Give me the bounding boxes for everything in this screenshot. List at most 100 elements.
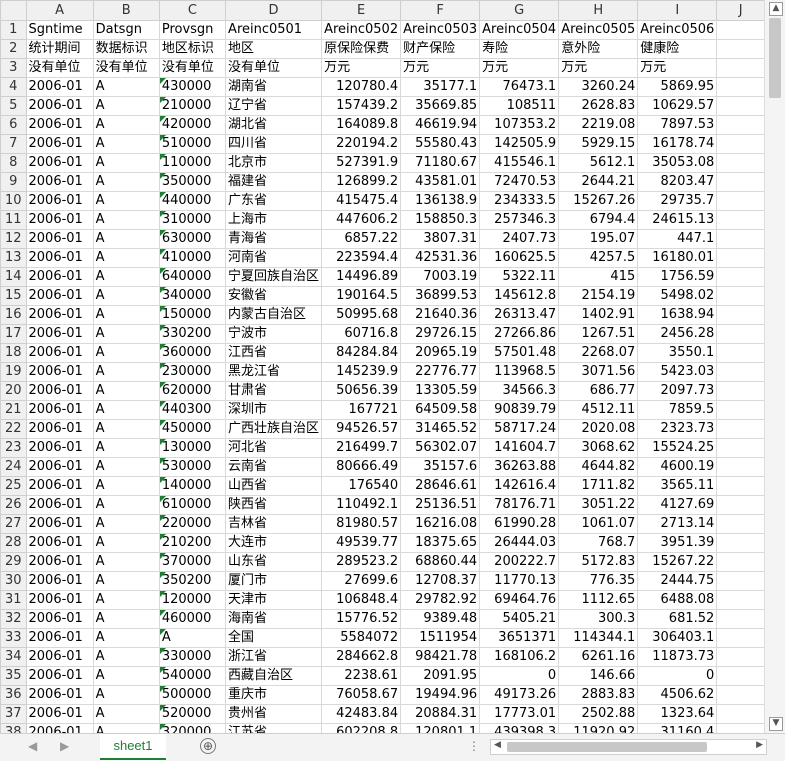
cell[interactable]: 2323.73 [637,419,718,439]
cell[interactable]: A [92,381,160,401]
cell[interactable] [716,267,765,287]
row-header[interactable]: 14 [0,267,27,287]
cell[interactable]: 440000 [158,191,227,211]
cell[interactable]: 450000 [158,419,227,439]
cell[interactable]: 350000 [158,172,227,192]
cell[interactable]: 686.77 [558,381,639,401]
cell[interactable]: 527391.9 [321,153,402,173]
cell[interactable] [716,343,765,363]
row-header[interactable]: 37 [0,704,27,724]
row-header[interactable]: 11 [0,210,27,230]
cell[interactable]: 2219.08 [558,115,639,135]
row-header[interactable]: 9 [0,172,27,192]
row-header[interactable]: 38 [0,723,27,733]
cell[interactable]: 540000 [158,666,227,686]
cell[interactable]: 5584072 [321,628,402,648]
cell[interactable]: 厦门市 [225,571,323,591]
cell[interactable] [716,39,765,59]
cell[interactable]: 吉林省 [225,514,323,534]
cell[interactable]: Areinc0501 [225,20,323,40]
cell[interactable]: 195.07 [558,229,639,249]
cell[interactable]: 71180.67 [400,153,481,173]
row-header[interactable]: 2 [0,39,27,59]
row-header[interactable]: 25 [0,476,27,496]
cell[interactable]: 湖南省 [225,77,323,97]
vertical-scroll-thumb[interactable] [769,18,781,98]
cell[interactable]: A [92,343,160,363]
cell[interactable]: 98421.78 [400,647,481,667]
cell[interactable]: A [92,552,160,572]
cell[interactable]: 2006-01 [25,96,94,116]
cell[interactable]: 50656.39 [321,381,402,401]
cell[interactable]: 2006-01 [25,457,94,477]
last-sheet-icon[interactable]: ▶ [60,739,69,753]
row-header[interactable]: 4 [0,77,27,97]
cell[interactable]: 全国 [225,628,323,648]
cell[interactable]: 17773.01 [479,704,560,724]
horizontal-scroll-thumb[interactable] [507,742,707,752]
cell[interactable]: 141604.7 [479,438,560,458]
cell[interactable]: 5322.11 [479,267,560,287]
cell[interactable]: Areinc0503 [400,20,481,40]
cell[interactable]: 甘肃省 [225,381,323,401]
add-sheet-icon[interactable]: ⊕ [200,738,216,754]
cell[interactable] [716,229,765,249]
cell[interactable]: 湖北省 [225,115,323,135]
cell[interactable] [716,381,765,401]
cell[interactable]: Sgntime [25,20,94,40]
cell[interactable]: 2006-01 [25,115,94,135]
cell[interactable]: 10629.57 [637,96,718,116]
cell[interactable]: 1267.51 [558,324,639,344]
cell[interactable]: 13305.59 [400,381,481,401]
cell[interactable]: 150000 [158,305,227,325]
cell[interactable]: 2006-01 [25,590,94,610]
cell[interactable] [716,609,765,629]
row-header[interactable]: 23 [0,438,27,458]
cell[interactable]: 6794.4 [558,210,639,230]
cell[interactable]: 四川省 [225,134,323,154]
cell[interactable]: 4512.11 [558,400,639,420]
cell[interactable]: A [92,191,160,211]
cell[interactable]: 26444.03 [479,533,560,553]
cell[interactable] [716,324,765,344]
cell[interactable]: 2006-01 [25,666,94,686]
cell[interactable]: 15267.26 [558,191,639,211]
cell[interactable]: 没有单位 [25,58,94,78]
cell[interactable] [716,400,765,420]
cell[interactable]: 310000 [158,210,227,230]
cell[interactable]: 0 [637,666,718,686]
column-header-j[interactable]: J [716,0,765,21]
cell[interactable]: 2006-01 [25,571,94,591]
cell[interactable] [716,704,765,724]
cell[interactable]: 上海市 [225,210,323,230]
cell[interactable]: A [92,324,160,344]
cell[interactable]: 120000 [158,590,227,610]
cell[interactable]: 370000 [158,552,227,572]
cell[interactable]: 16180.01 [637,248,718,268]
cell[interactable]: 3651371 [479,628,560,648]
cell[interactable]: 2006-01 [25,191,94,211]
cell[interactable]: 140000 [158,476,227,496]
cell[interactable]: 36263.88 [479,457,560,477]
cell[interactable]: 46619.94 [400,115,481,135]
cell[interactable]: 330200 [158,324,227,344]
cell[interactable]: 1711.82 [558,476,639,496]
cell[interactable]: 陕西省 [225,495,323,515]
cell[interactable]: 2006-01 [25,476,94,496]
cell[interactable]: 7003.19 [400,267,481,287]
cell[interactable]: 289523.2 [321,552,402,572]
cell[interactable]: 2006-01 [25,362,94,382]
row-header[interactable]: 28 [0,533,27,553]
row-header[interactable]: 34 [0,647,27,667]
cell[interactable]: A [92,419,160,439]
cell[interactable]: 2020.08 [558,419,639,439]
cell[interactable]: 2091.95 [400,666,481,686]
row-header[interactable]: 7 [0,134,27,154]
cell[interactable]: 57501.48 [479,343,560,363]
cell[interactable]: 11920.92 [558,723,639,733]
cell[interactable]: 500000 [158,685,227,705]
cell[interactable]: 29726.15 [400,324,481,344]
cell[interactable]: 12708.37 [400,571,481,591]
cell[interactable]: 2097.73 [637,381,718,401]
cell[interactable]: A [92,400,160,420]
